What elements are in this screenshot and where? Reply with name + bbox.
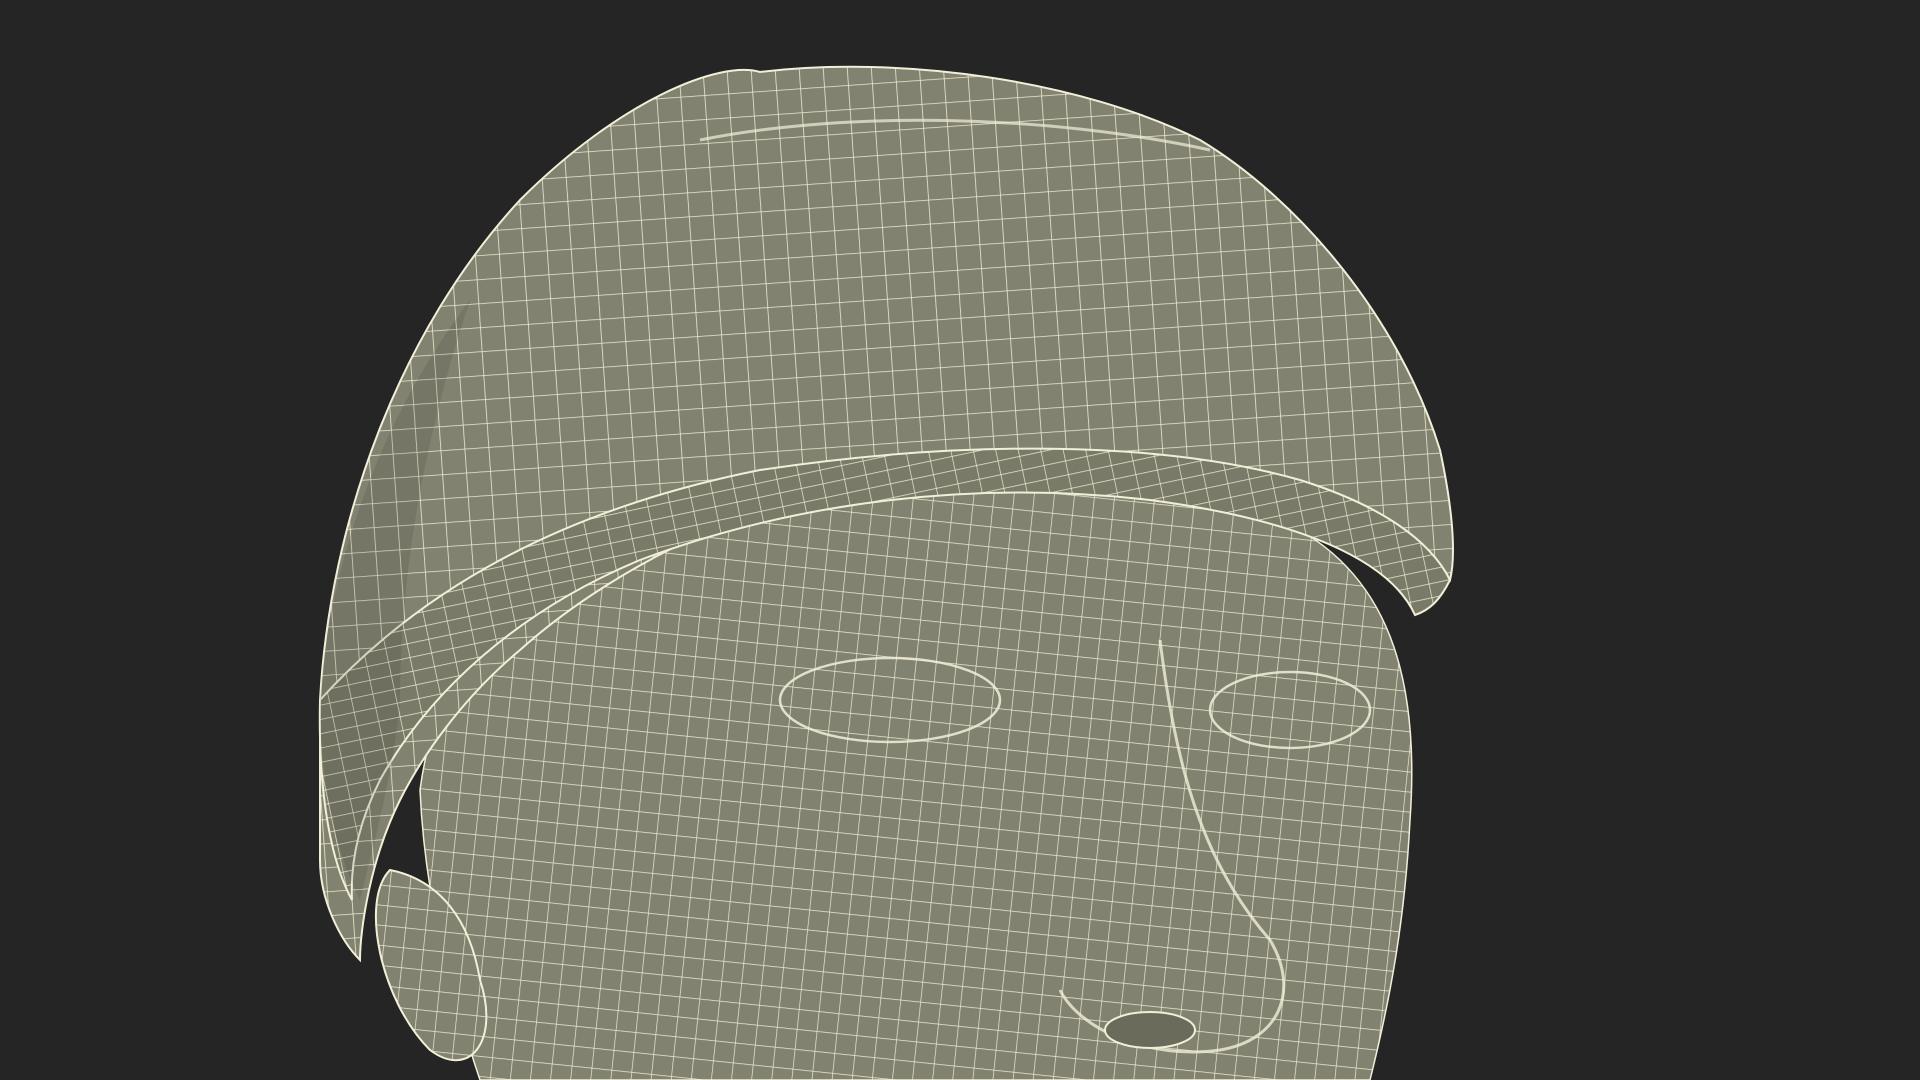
render-viewport — [0, 0, 1920, 1080]
nostril — [1104, 1011, 1196, 1049]
wireframe-render — [318, 65, 1454, 1080]
